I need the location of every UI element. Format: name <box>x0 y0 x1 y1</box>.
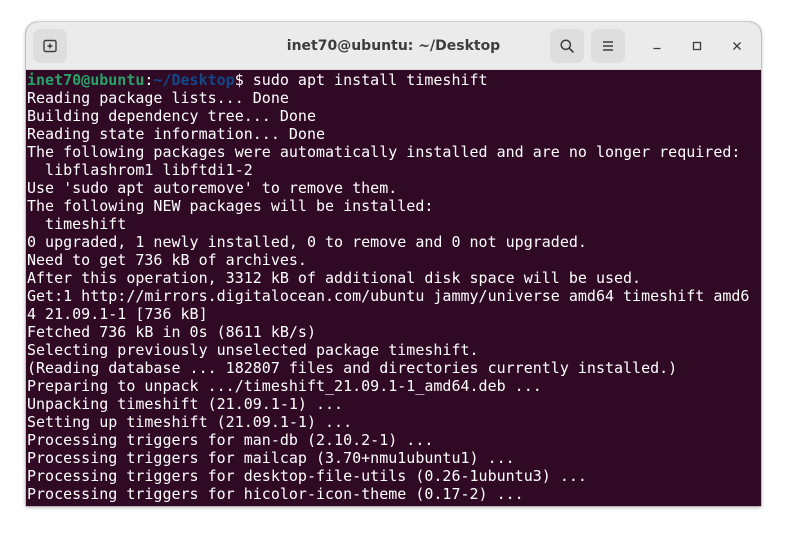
hamburger-menu-icon <box>603 41 613 51</box>
output-line: (Reading database ... 182807 files and d… <box>27 359 678 377</box>
output-line: libflashrom1 libftdi1-2 <box>27 161 253 179</box>
output-line: The following NEW packages will be insta… <box>27 197 434 215</box>
output-line: Building dependency tree... Done <box>27 107 316 125</box>
output-line: Processing triggers for desktop-file-uti… <box>27 467 587 485</box>
output-line: Processing triggers for mailcap (3.70+nm… <box>27 449 515 467</box>
output-line: Processing triggers for man-db (2.10.2-1… <box>27 431 434 449</box>
prompt-dollar: $ <box>234 71 244 89</box>
output-line: 4 21.09.1-1 [736 kB] <box>27 305 208 323</box>
title-bar[interactable]: inet70@ubuntu: ~/Desktop <box>26 22 761 70</box>
output-line: Processing triggers for hicolor-icon-the… <box>27 485 524 503</box>
output-line: Unpacking timeshift (21.09.1-1) ... <box>27 395 344 413</box>
prompt-user-host: inet70@ubuntu <box>27 71 145 89</box>
output-line: Need to get 736 kB of archives. <box>27 251 307 269</box>
terminal-window: inet70@ubuntu: ~/Desktop inet70@ubuntu:~… <box>26 22 761 506</box>
output-line: Reading state information... Done <box>27 125 326 143</box>
minimize-icon <box>653 47 661 50</box>
maximize-button[interactable] <box>685 34 709 58</box>
output-line: After this operation, 3312 kB of additio… <box>27 269 642 287</box>
prompt-line: inet70@ubuntu:~/Desktop$ sudo apt instal… <box>27 71 761 89</box>
search-button[interactable] <box>550 29 584 63</box>
output-line: 0 upgraded, 1 newly installed, 0 to remo… <box>27 233 587 251</box>
output-line: Use 'sudo apt autoremove' to remove them… <box>27 179 398 197</box>
maximize-icon <box>692 41 702 51</box>
output-line: timeshift <box>27 215 127 233</box>
close-icon <box>733 42 741 50</box>
menu-button[interactable] <box>591 29 625 63</box>
output-line: Fetched 736 kB in 0s (8611 kB/s) <box>27 323 316 341</box>
terminal-output-area[interactable]: inet70@ubuntu:~/Desktop$ sudo apt instal… <box>26 70 761 506</box>
output-line: Reading package lists... Done <box>27 89 289 107</box>
output-line: Selecting previously unselected package … <box>27 341 479 359</box>
output-line: The following packages were automaticall… <box>27 143 741 161</box>
output-line: Preparing to unpack .../timeshift_21.09.… <box>27 377 542 395</box>
prompt-path: ~/Desktop <box>153 71 235 89</box>
output-line: Setting up timeshift (21.09.1-1) ... <box>27 413 353 431</box>
minimize-button[interactable] <box>645 34 669 58</box>
close-button[interactable] <box>725 34 749 58</box>
search-icon <box>560 39 574 53</box>
output-line: Get:1 http://mirrors.digitalocean.com/ub… <box>27 287 750 305</box>
prompt-command: sudo apt install timeshift <box>243 71 488 89</box>
